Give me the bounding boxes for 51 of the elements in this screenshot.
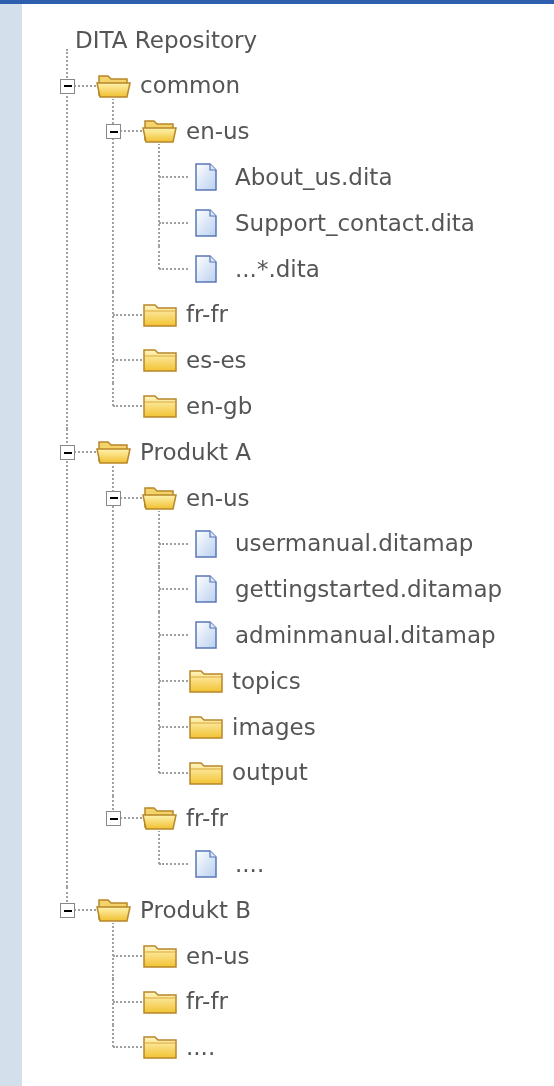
tree-item-label[interactable]: Produkt A	[140, 434, 252, 470]
folder-icon	[142, 942, 178, 969]
tree-item-label[interactable]: en-us	[186, 114, 250, 149]
folder-icon	[142, 301, 178, 328]
tree-item-label[interactable]: images	[232, 709, 316, 745]
tree-item-label[interactable]: ....	[235, 847, 265, 882]
tree-item-label[interactable]: topics	[232, 663, 301, 699]
tree-item-label[interactable]: common	[140, 68, 241, 103]
folder-icon	[142, 347, 178, 374]
file-icon	[193, 620, 219, 651]
open-folder-icon	[96, 72, 132, 99]
collapse-toggle[interactable]	[60, 903, 75, 919]
open-folder-icon	[142, 484, 178, 511]
tree-item-label[interactable]: gettingstarted.ditamap	[235, 572, 503, 607]
folder-icon	[142, 393, 178, 420]
open-folder-icon	[96, 897, 132, 924]
tree-item-label[interactable]: output	[232, 755, 308, 790]
tree-item-label[interactable]: Produkt B	[140, 892, 252, 928]
tree-item-label[interactable]: ....	[186, 1030, 216, 1065]
file-icon	[193, 528, 219, 559]
collapse-toggle[interactable]	[106, 490, 121, 506]
tree-item-label[interactable]: fr-fr	[186, 297, 228, 332]
folder-icon	[142, 1034, 178, 1061]
tree-item-label[interactable]: Support_contact.dita	[235, 205, 475, 241]
tree-item-label[interactable]: About_us.dita	[235, 160, 393, 195]
tree-item-label[interactable]: en-us	[186, 938, 250, 974]
collapse-toggle[interactable]	[60, 78, 75, 94]
folder-icon	[142, 988, 178, 1015]
tree-item-label[interactable]: adminmanual.ditamap	[235, 618, 496, 653]
folder-icon	[188, 713, 224, 740]
file-icon	[193, 574, 219, 605]
tree-item-label[interactable]: en-us	[186, 480, 250, 516]
file-icon	[193, 253, 219, 284]
tree-item-label[interactable]: en-gb	[186, 389, 253, 424]
file-icon	[193, 849, 219, 880]
collapse-toggle[interactable]	[106, 811, 121, 827]
folder-icon	[188, 668, 224, 695]
open-folder-icon	[96, 439, 132, 466]
tree-item-label[interactable]: fr-fr	[186, 801, 228, 836]
file-icon	[193, 162, 219, 193]
open-folder-icon	[142, 118, 178, 145]
collapse-toggle[interactable]	[60, 445, 75, 461]
tree-title: DITA Repository	[75, 25, 258, 55]
open-folder-icon	[142, 805, 178, 832]
tree-item-label[interactable]: es-es	[186, 343, 247, 378]
tree-item-label[interactable]: fr-fr	[186, 984, 228, 1019]
tree-item-label[interactable]: usermanual.ditamap	[235, 526, 474, 561]
tree-item-label[interactable]: ...*.dita	[235, 251, 320, 287]
file-icon	[193, 208, 219, 239]
collapse-toggle[interactable]	[106, 124, 121, 140]
folder-icon	[188, 759, 224, 786]
